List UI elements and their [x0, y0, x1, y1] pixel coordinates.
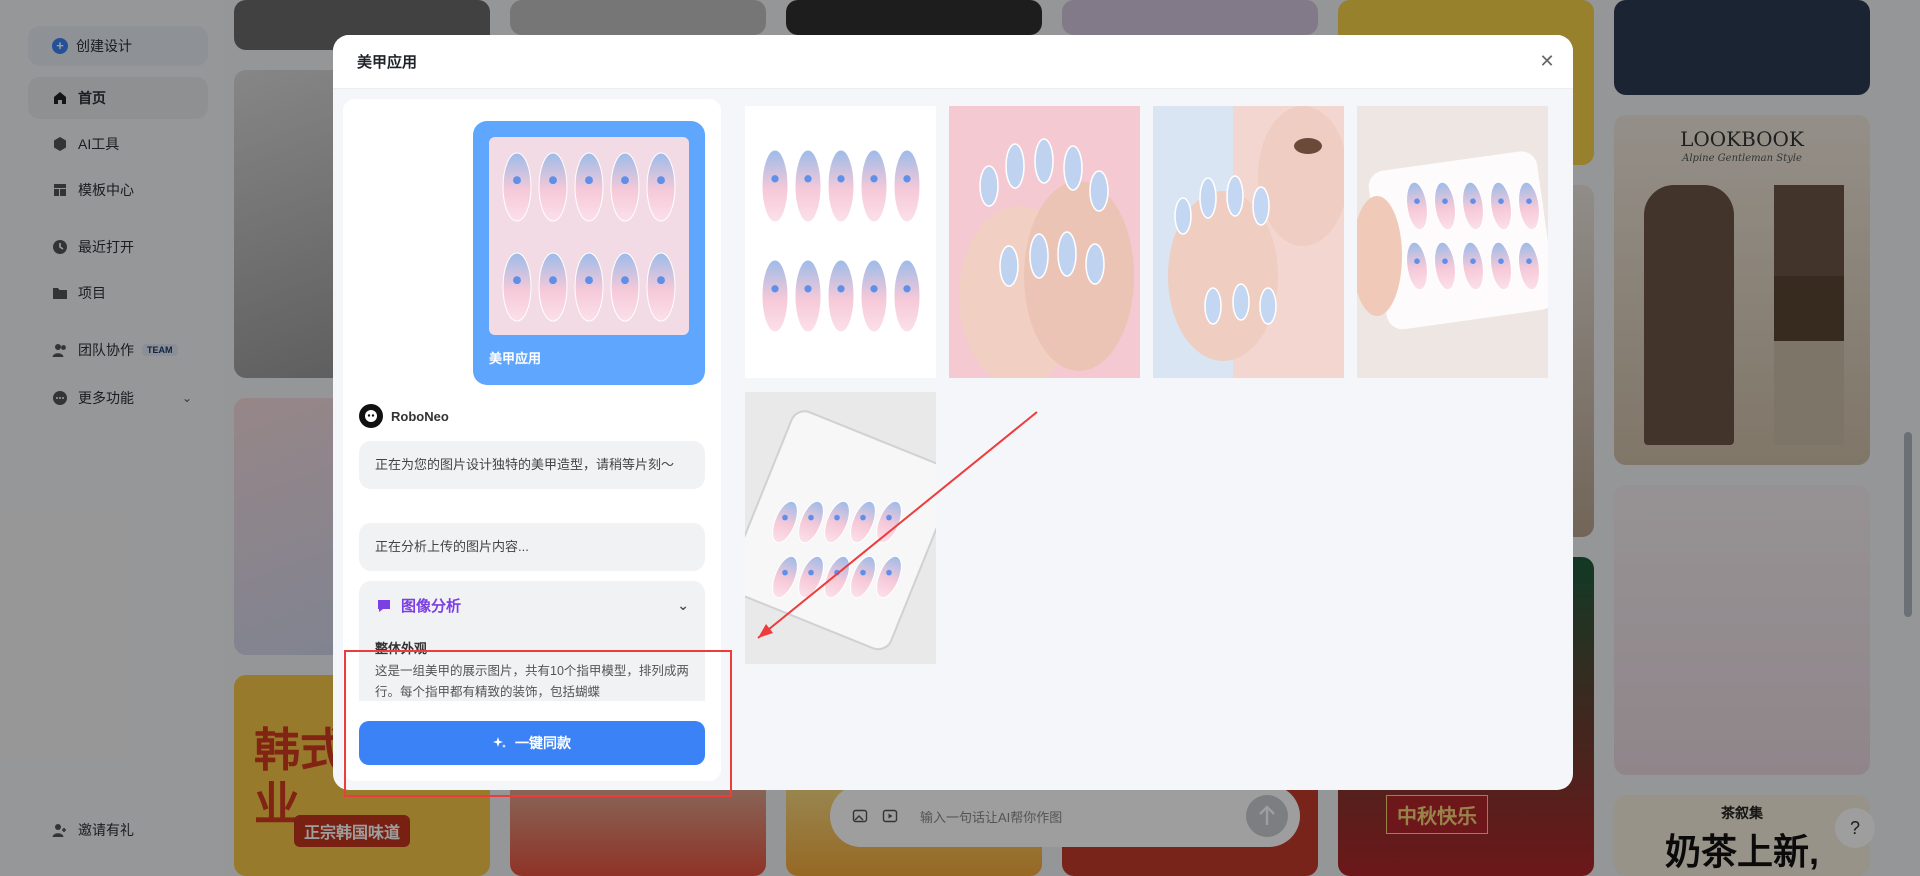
- annotation-box: [344, 650, 732, 797]
- page-scrollbar[interactable]: [1904, 432, 1912, 617]
